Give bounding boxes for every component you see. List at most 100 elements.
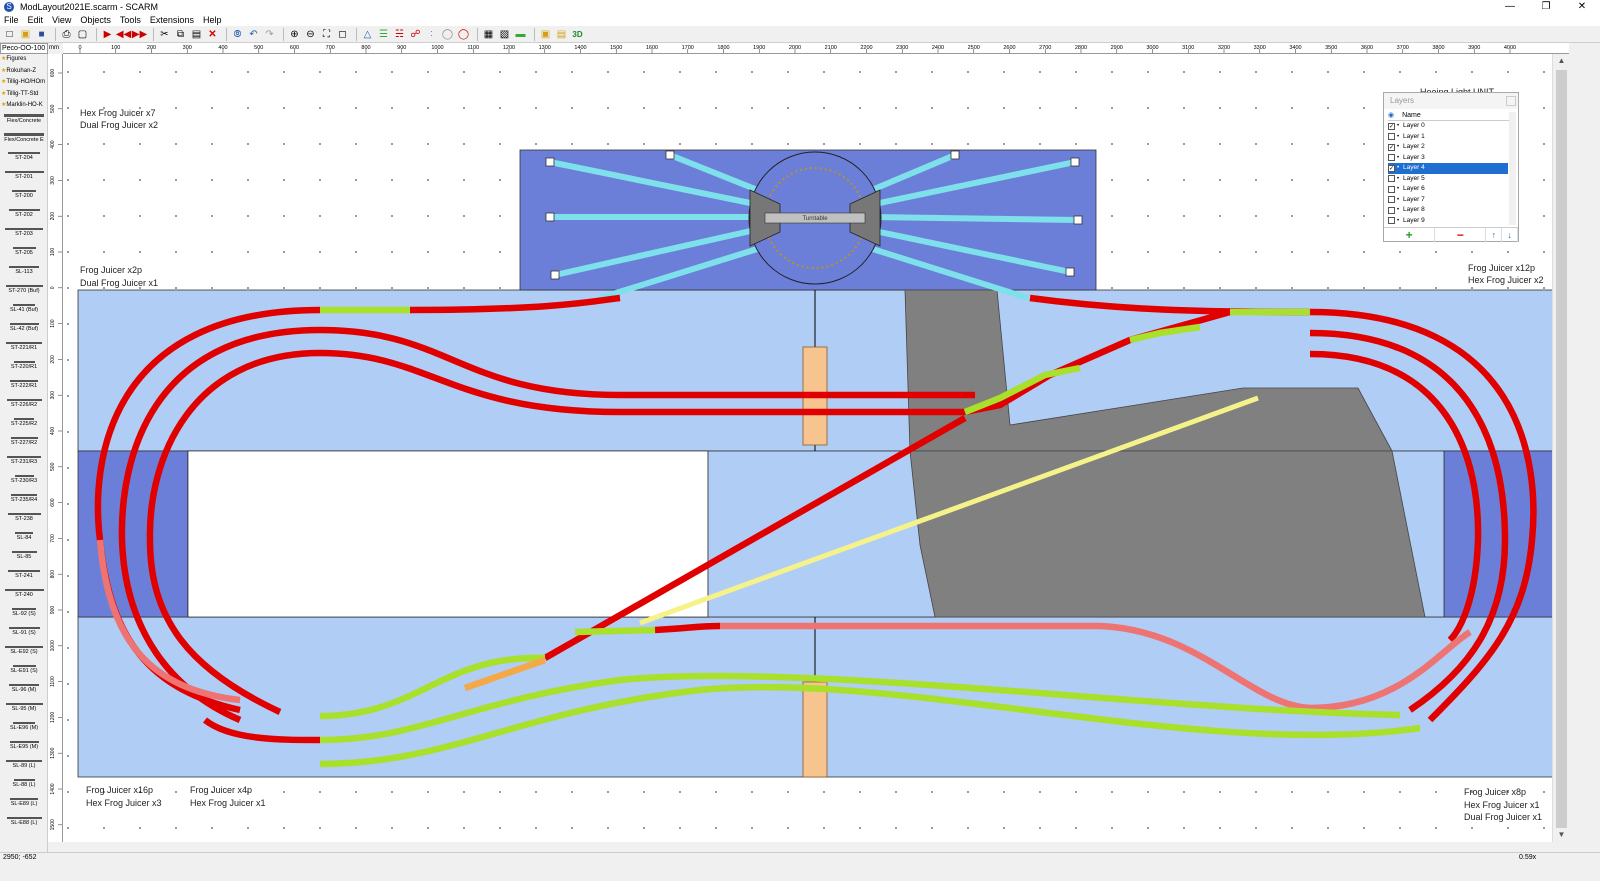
menu-edit[interactable]: Edit <box>28 15 44 25</box>
library-item[interactable]: ST-203 <box>0 228 48 237</box>
library-item[interactable]: SL-E95 (M) <box>0 741 48 750</box>
move-layer-up-button[interactable]: ↑ <box>1486 228 1503 242</box>
arrow-right-icon[interactable]: ▶ <box>101 28 114 41</box>
move-layer-down-button[interactable]: ↓ <box>1502 228 1518 242</box>
library-item[interactable]: ST-238 <box>0 513 48 522</box>
layer-row[interactable]: • Layer 6 <box>1388 184 1508 195</box>
library-item[interactable]: ST-200 <box>0 190 48 199</box>
layer-visibility-checkbox[interactable]: ✓ <box>1388 164 1395 172</box>
save-icon[interactable]: ■ <box>35 28 48 41</box>
library-item[interactable]: SL-42 (Buf) <box>0 323 48 332</box>
library-item[interactable]: SL-E92 (S) <box>0 646 48 655</box>
paste-icon[interactable]: ▤ <box>190 28 203 41</box>
library-item[interactable]: SL-96 (M) <box>0 684 48 693</box>
layer-row[interactable]: • Layer 5 <box>1388 174 1508 185</box>
library-item[interactable]: ST-204 <box>0 152 48 161</box>
library-favorite[interactable]: ★Tillig-TT-Std <box>0 89 47 101</box>
ruler-icon[interactable]: ◯ <box>457 28 470 41</box>
library-item[interactable]: SL-91 (S) <box>0 627 48 636</box>
library-item[interactable]: ST-270 (Buf) <box>0 285 48 294</box>
copy-icon[interactable]: ⧉ <box>174 28 187 41</box>
layer-row[interactable]: ✓ • Layer 4 <box>1388 163 1508 174</box>
menu-view[interactable]: View <box>52 15 71 25</box>
scrollbar-thumb[interactable] <box>1556 70 1567 828</box>
open-icon[interactable]: ▣ <box>19 28 32 41</box>
layer-visibility-checkbox[interactable] <box>1388 175 1395 183</box>
library-item[interactable]: ST-222/R1 <box>0 380 48 389</box>
zoom-out-icon[interactable]: ⊖ <box>304 28 317 41</box>
undo-icon[interactable]: ↶ <box>247 28 260 41</box>
library-item[interactable]: ST-205 <box>0 247 48 256</box>
box-icon[interactable]: ▤ <box>555 28 568 41</box>
add-layer-button[interactable]: + <box>1384 228 1436 242</box>
cut-icon[interactable]: ✂ <box>158 28 171 41</box>
height-icon[interactable]: ◯ <box>441 28 454 41</box>
layers-icon[interactable]: ☰ <box>377 28 390 41</box>
scroll-down-icon[interactable]: ▼ <box>1553 828 1570 842</box>
library-item[interactable]: SL-113 <box>0 266 48 275</box>
rewind-icon[interactable]: ◀◀ <box>116 28 131 41</box>
layer-visibility-checkbox[interactable]: ✓ <box>1388 143 1395 151</box>
layer-row[interactable]: • Layer 7 <box>1388 195 1508 206</box>
library-item[interactable]: ST-241 <box>0 570 48 579</box>
library-item[interactable]: ST-227/R2 <box>0 437 48 446</box>
train-icon[interactable]: ▧ <box>498 28 511 41</box>
library-select[interactable]: Peco-OO-100 <box>0 43 48 54</box>
library-favorite[interactable]: ★Figures <box>0 54 47 66</box>
layout-canvas[interactable]: Turntable Hex Frog Juicer x7 Dual Frog J… <box>63 54 1552 842</box>
layer-visibility-checkbox[interactable] <box>1388 206 1395 214</box>
3d-view-icon[interactable]: 3D <box>571 28 584 41</box>
remove-layer-button[interactable]: − <box>1435 228 1487 242</box>
layer-row[interactable]: ✓ • Layer 2 <box>1388 142 1508 153</box>
library-favorite[interactable]: ★Marklin-HO-K <box>0 100 47 112</box>
library-item[interactable]: Flex/Concrete E <box>0 133 48 143</box>
library-item[interactable]: ST-230/R3 <box>0 475 48 484</box>
library-item[interactable]: SL-89 (L) <box>0 760 48 769</box>
menu-file[interactable]: File <box>4 15 19 25</box>
layer-visibility-checkbox[interactable]: ✓ <box>1388 122 1395 130</box>
plugin-icon[interactable]: ▣ <box>539 28 552 41</box>
rolling-stock-icon[interactable]: ▦ <box>482 28 495 41</box>
forward-icon[interactable]: ▶▶ <box>132 28 147 41</box>
library-favorite[interactable]: ★Tillig-HO/HOm <box>0 77 47 89</box>
library-item[interactable]: SL-84 <box>0 532 48 541</box>
layer-visibility-checkbox[interactable] <box>1388 154 1395 162</box>
layer-row[interactable]: • Layer 8 <box>1388 205 1508 216</box>
library-item[interactable]: ST-235/R4 <box>0 494 48 503</box>
scroll-up-icon[interactable]: ▲ <box>1553 54 1570 68</box>
layer-row[interactable]: • Layer 1 <box>1388 132 1508 143</box>
library-item[interactable]: SL-92 (S) <box>0 608 48 617</box>
library-item[interactable]: SL-88 (L) <box>0 779 48 788</box>
connect-icon[interactable]: ⦾ <box>231 28 244 41</box>
print-preview-icon[interactable]: ▢ <box>76 28 89 41</box>
zoom-fit-icon[interactable]: ⛶ <box>320 28 333 41</box>
layer-row[interactable]: • Layer 9 <box>1388 216 1508 227</box>
layer-visibility-checkbox[interactable] <box>1388 196 1395 204</box>
library-item[interactable]: ST-202 <box>0 209 48 218</box>
menu-tools[interactable]: Tools <box>120 15 141 25</box>
library-item[interactable]: SL-E88 (L) <box>0 817 48 826</box>
delete-icon[interactable]: ✕ <box>206 28 219 41</box>
library-item[interactable]: SL-E89 (L) <box>0 798 48 807</box>
redo-icon[interactable]: ↷ <box>263 28 276 41</box>
close-icon[interactable]: ✕ <box>1564 0 1600 14</box>
menu-extensions[interactable]: Extensions <box>150 15 194 25</box>
library-item[interactable]: ST-221/R1 <box>0 342 48 351</box>
library-item[interactable]: ST-231/R3 <box>0 456 48 465</box>
vertical-scrollbar[interactable]: ▲ ▼ <box>1552 54 1569 842</box>
library-favorite[interactable]: ★Rokuhan-Z <box>0 66 47 78</box>
minimize-icon[interactable]: — <box>1492 0 1528 14</box>
menu-objects[interactable]: Objects <box>80 15 111 25</box>
layers-scrollbar[interactable] <box>1509 112 1516 225</box>
layer-row[interactable]: • Layer 3 <box>1388 153 1508 164</box>
library-item[interactable]: ST-240 <box>0 589 48 598</box>
library-item[interactable]: ST-225/R2 <box>0 418 48 427</box>
flex-track-icon[interactable]: ☵ <box>393 28 406 41</box>
turnout-icon[interactable]: ☍ <box>409 28 422 41</box>
layer-visibility-checkbox[interactable] <box>1388 217 1395 225</box>
track-color-icon[interactable]: ▬ <box>514 28 527 41</box>
library-item[interactable]: ST-201 <box>0 171 48 180</box>
zoom-in-icon[interactable]: ⊕ <box>288 28 301 41</box>
library-item[interactable]: ST-220/R1 <box>0 361 48 370</box>
library-item[interactable]: SL-E91 (S) <box>0 665 48 674</box>
